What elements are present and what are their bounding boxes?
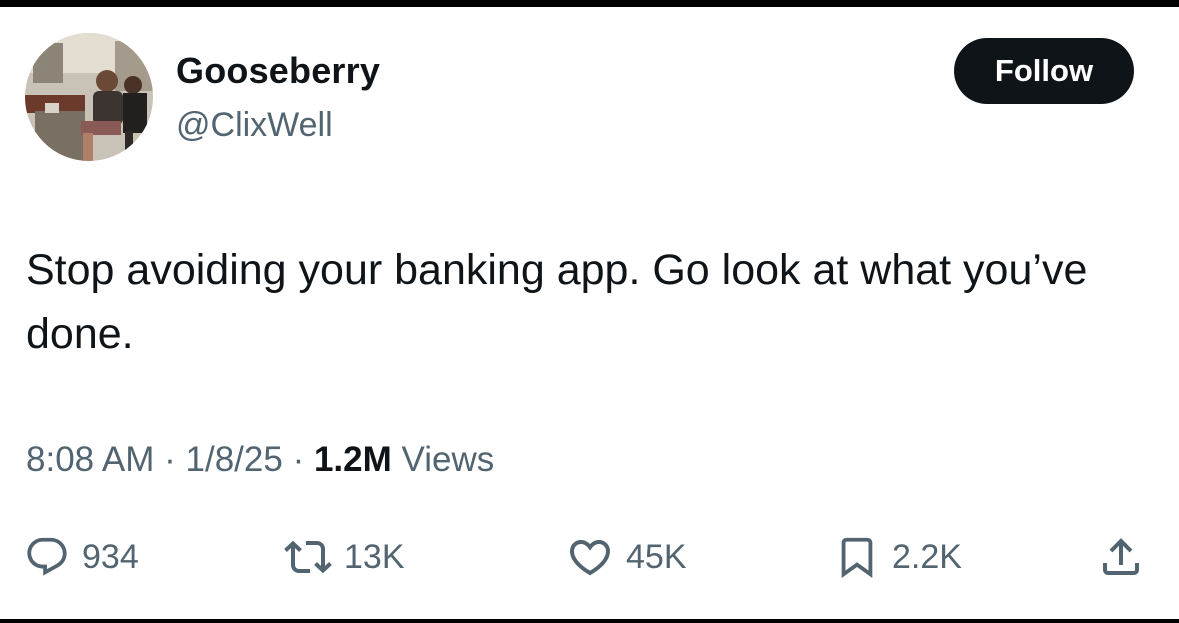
avatar-photo <box>25 33 153 161</box>
retweet-count: 13K <box>344 537 405 576</box>
top-border <box>0 0 1179 7</box>
tweet-text: Stop avoiding your banking app. Go look … <box>26 246 1088 358</box>
share-icon <box>1097 533 1145 581</box>
like-count: 45K <box>626 537 687 576</box>
retweet-icon <box>284 533 332 581</box>
tweet-date[interactable]: 1/8/25 <box>186 440 283 479</box>
retweet-button[interactable]: 13K <box>284 527 405 587</box>
share-button[interactable] <box>1097 527 1145 587</box>
bookmark-icon <box>834 534 880 580</box>
reply-button[interactable]: 934 <box>24 527 139 587</box>
follow-button[interactable]: Follow <box>954 38 1134 104</box>
tweet-metadata: 8:08 AM · 1/8/25 · 1.2M Views <box>26 440 495 479</box>
tweet-time[interactable]: 8:08 AM <box>26 440 154 479</box>
user-handle[interactable]: @ClixWell <box>176 106 333 145</box>
reply-icon <box>24 534 70 580</box>
views-count: 1.2M <box>313 440 392 479</box>
bookmark-button[interactable]: 2.2K <box>834 527 962 587</box>
bookmark-count: 2.2K <box>892 537 962 576</box>
like-button[interactable]: 45K <box>566 527 687 587</box>
reply-count: 934 <box>82 537 139 576</box>
display-name[interactable]: Gooseberry <box>176 50 380 92</box>
views-label: Views <box>401 440 495 479</box>
heart-icon <box>566 533 614 581</box>
bottom-border <box>0 619 1179 623</box>
avatar[interactable] <box>25 33 153 161</box>
